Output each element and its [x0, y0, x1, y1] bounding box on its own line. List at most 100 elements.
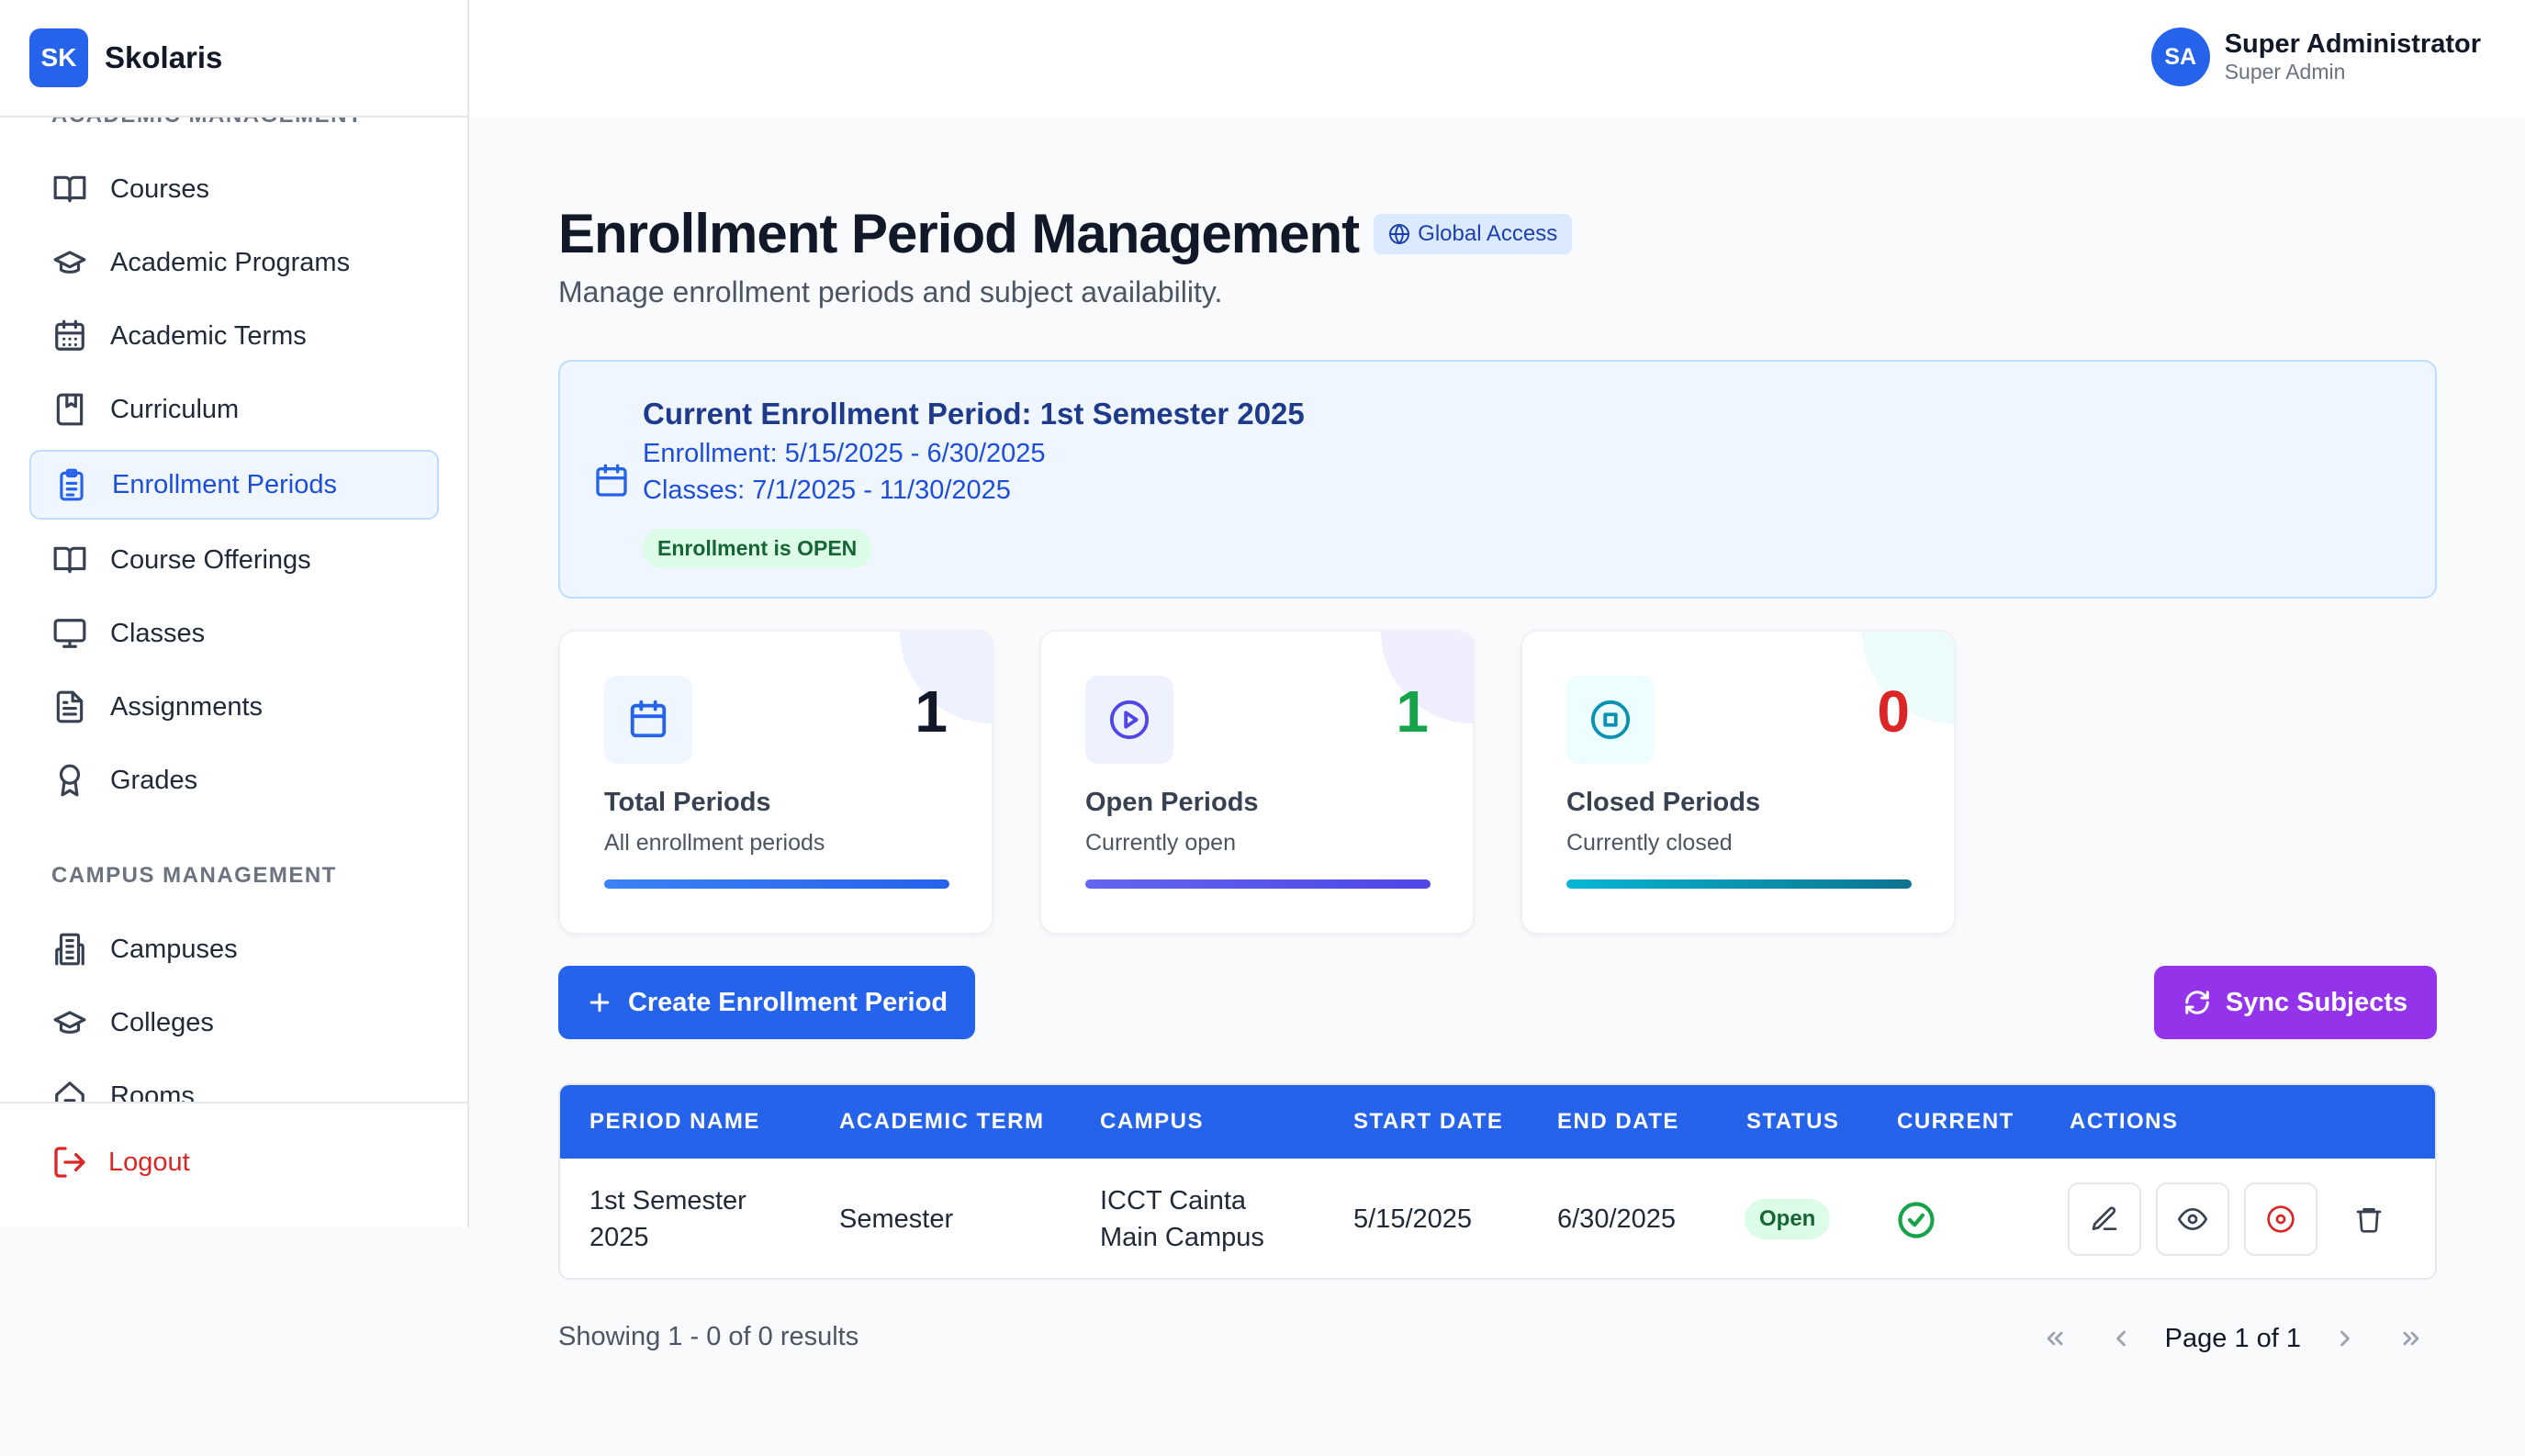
sidebar-item-label: Curriculum	[110, 394, 240, 424]
stat-bar	[1085, 879, 1431, 889]
check-circle-icon	[1897, 1201, 1936, 1244]
sync-subjects-button[interactable]: Sync Subjects	[2154, 966, 2437, 1039]
building-icon	[51, 931, 88, 968]
column-header[interactable]: STATUS	[1746, 1109, 1839, 1135]
end-date-cell: 6/30/2025	[1557, 1204, 1677, 1234]
sidebar-item-academic-terms[interactable]: Academic Terms	[29, 301, 439, 371]
sidebar-item-label: Academic Terms	[110, 320, 307, 351]
global-access-label: Global Access	[1418, 220, 1558, 246]
trash-icon	[2356, 1208, 2382, 1233]
sidebar-item-curriculum[interactable]: Curriculum	[29, 375, 439, 444]
edit-button[interactable]	[2068, 1182, 2141, 1256]
award-icon	[51, 762, 88, 799]
stat-label: Total Periods	[604, 788, 771, 817]
start-date-cell: 5/15/2025	[1353, 1204, 1473, 1234]
graduation-cap-icon	[51, 244, 88, 281]
sidebar-nav[interactable]: ACADEMIC MANAGEMENT Courses Academic Pro…	[0, 118, 467, 1102]
page-title: Enrollment Period Management	[558, 203, 1360, 264]
calendar-icon	[593, 463, 630, 504]
user-role: Super Admin	[2224, 60, 2346, 84]
section-title-academic: ACADEMIC MANAGEMENT	[0, 118, 363, 129]
period-name-cell: 1st Semester 2025	[589, 1182, 746, 1256]
logout-label: Logout	[108, 1147, 190, 1177]
table-header: PERIOD NAME ACADEMIC TERM CAMPUS START D…	[560, 1085, 2435, 1159]
sidebar-item-academic-programs[interactable]: Academic Programs	[29, 228, 439, 297]
period-name-line: 1st Semester	[589, 1186, 746, 1215]
calendar-icon	[604, 676, 692, 764]
file-text-icon	[51, 689, 88, 725]
enrollment-periods-table: PERIOD NAME ACADEMIC TERM CAMPUS START D…	[558, 1083, 2437, 1280]
current-period-banner: Current Enrollment Period: 1st Semester …	[558, 360, 2437, 599]
stat-card-total: 1 Total Periods All enrollment periods	[558, 630, 993, 935]
stat-value: 1	[915, 678, 948, 745]
column-header[interactable]: ACADEMIC TERM	[839, 1109, 1045, 1135]
sidebar-item-label: Campuses	[110, 934, 238, 964]
logout-button[interactable]: Logout	[51, 1144, 190, 1181]
stat-label: Open Periods	[1085, 788, 1259, 817]
refresh-icon	[2185, 991, 2209, 1014]
user-menu[interactable]: SA Super Administrator Super Admin	[2150, 28, 2481, 86]
sidebar-item-label: Enrollment Periods	[112, 469, 337, 499]
sidebar-footer: Logout	[0, 1102, 467, 1227]
view-button[interactable]	[2156, 1182, 2229, 1256]
page-indicator: Page 1 of 1	[2164, 1323, 2301, 1353]
chevrons-right-icon	[2403, 1331, 2419, 1346]
stat-description: Currently open	[1085, 830, 1236, 856]
page-subtitle: Manage enrollment periods and subject av…	[558, 275, 1223, 308]
sidebar-item-label: Grades	[110, 765, 198, 795]
stat-description: All enrollment periods	[604, 830, 825, 856]
current-class-dates: Classes: 7/1/2025 - 11/30/2025	[643, 476, 1011, 505]
global-access-badge: Global Access	[1374, 213, 1573, 254]
next-page-button[interactable]	[2319, 1313, 2371, 1364]
avatar: SA	[2150, 28, 2210, 86]
sidebar-item-colleges[interactable]: Colleges	[29, 988, 439, 1058]
stat-card-closed: 0 Closed Periods Currently closed	[1521, 630, 1956, 935]
column-header[interactable]: CURRENT	[1897, 1109, 2014, 1135]
academic-term-cell: Semester	[839, 1204, 954, 1234]
campus-line: Main Campus	[1100, 1223, 1264, 1252]
prev-page-button[interactable]	[2095, 1313, 2147, 1364]
book-marked-icon	[51, 391, 88, 428]
sidebar-item-rooms[interactable]: Rooms	[29, 1061, 439, 1102]
period-name-line: 2025	[589, 1223, 649, 1252]
user-name: Super Administrator	[2224, 29, 2481, 59]
sidebar-item-label: Assignments	[110, 691, 264, 722]
brand[interactable]: SK Skolaris	[0, 0, 467, 118]
sidebar-item-campuses[interactable]: Campuses	[29, 914, 439, 984]
sidebar-item-classes[interactable]: Classes	[29, 599, 439, 668]
close-period-button[interactable]	[2244, 1182, 2317, 1256]
stat-description: Currently closed	[1566, 830, 1733, 856]
column-header[interactable]: PERIOD NAME	[589, 1109, 760, 1135]
table-row[interactable]: 1st Semester 2025 Semester ICCT Cainta M…	[560, 1159, 2435, 1278]
sidebar-item-grades[interactable]: Grades	[29, 745, 439, 815]
column-header[interactable]: CAMPUS	[1100, 1109, 1204, 1135]
section-title-campus: CAMPUS MANAGEMENT	[51, 863, 337, 888]
edit-icon	[2092, 1206, 2117, 1230]
column-header: ACTIONS	[2070, 1109, 2179, 1134]
sync-button-label: Sync Subjects	[2225, 987, 2408, 1017]
chevrons-left-icon	[2047, 1331, 2063, 1346]
clipboard-list-icon	[53, 466, 90, 503]
create-enrollment-period-button[interactable]: Create Enrollment Period	[558, 966, 975, 1039]
sidebar-item-label: Classes	[110, 618, 206, 648]
pagination: Page 1 of 1	[2029, 1313, 2437, 1364]
first-page-button[interactable]	[2029, 1313, 2081, 1364]
delete-button[interactable]	[2332, 1182, 2406, 1256]
current-enrollment-dates: Enrollment: 5/15/2025 - 6/30/2025	[643, 439, 1046, 468]
sidebar-item-assignments[interactable]: Assignments	[29, 672, 439, 742]
enrollment-status-badge: Enrollment is OPEN	[643, 529, 872, 568]
brand-name: Skolaris	[105, 40, 223, 74]
sidebar-item-enrollment-periods[interactable]: Enrollment Periods	[29, 450, 439, 520]
column-header[interactable]: END DATE	[1557, 1109, 1679, 1135]
sidebar-item-course-offerings[interactable]: Course Offerings	[29, 525, 439, 595]
sidebar: SK Skolaris ACADEMIC MANAGEMENT Courses …	[0, 0, 469, 1227]
last-page-button[interactable]	[2385, 1313, 2437, 1364]
sidebar-item-courses[interactable]: Courses	[29, 154, 439, 224]
play-circle-icon	[1085, 676, 1173, 764]
status-badge: Open	[1745, 1199, 1831, 1239]
stop-circle-icon	[2267, 1205, 2295, 1233]
book-open-icon	[51, 542, 88, 578]
plus-icon	[589, 992, 610, 1013]
column-header[interactable]: START DATE	[1353, 1109, 1503, 1135]
globe-icon	[1389, 223, 1410, 244]
